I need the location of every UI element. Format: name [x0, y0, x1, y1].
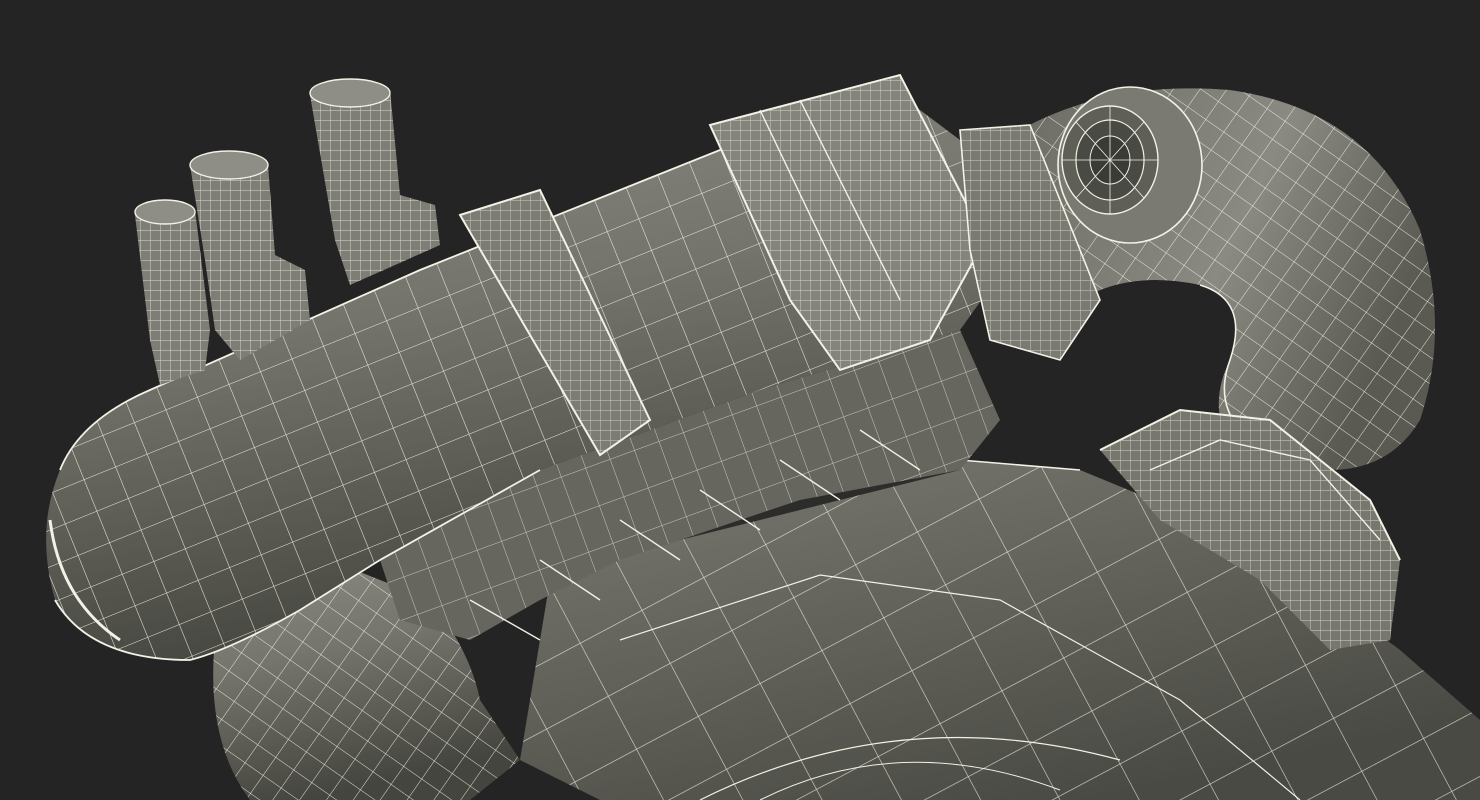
render-viewport — [0, 0, 1480, 800]
nozzle-opening — [1057, 86, 1203, 244]
wireframe-model — [0, 0, 1480, 800]
